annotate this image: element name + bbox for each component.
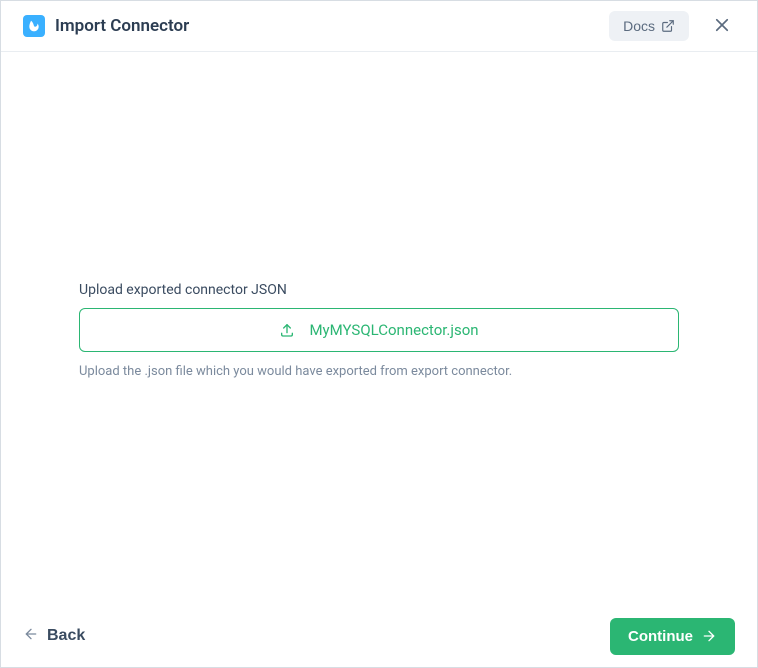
upload-hint: Upload the .json file which you would ha… <box>79 364 679 379</box>
upload-section: Upload exported connector JSON MyMYSQLCo… <box>79 282 679 379</box>
dialog-header: Import Connector Docs <box>1 1 757 52</box>
dialog-title: Import Connector <box>55 16 189 36</box>
back-label: Back <box>47 627 85 645</box>
app-icon <box>23 15 45 37</box>
arrow-right-icon <box>701 628 717 644</box>
continue-label: Continue <box>628 628 693 645</box>
external-link-icon <box>661 19 675 33</box>
docs-button[interactable]: Docs <box>609 11 689 41</box>
close-button[interactable] <box>709 12 735 41</box>
dialog-footer: Back Continue <box>1 605 757 667</box>
docs-label: Docs <box>623 18 655 34</box>
back-button[interactable]: Back <box>23 622 85 651</box>
header-right: Docs <box>609 11 735 41</box>
upload-dropzone[interactable]: MyMYSQLConnector.json <box>79 308 679 352</box>
dialog-body: Upload exported connector JSON MyMYSQLCo… <box>1 55 757 605</box>
upload-icon <box>279 322 295 338</box>
arrow-left-icon <box>23 626 39 647</box>
header-left: Import Connector <box>23 15 189 37</box>
upload-field-label: Upload exported connector JSON <box>79 282 679 298</box>
continue-button[interactable]: Continue <box>610 618 735 655</box>
close-icon <box>713 16 731 37</box>
upload-filename: MyMYSQLConnector.json <box>309 321 478 339</box>
